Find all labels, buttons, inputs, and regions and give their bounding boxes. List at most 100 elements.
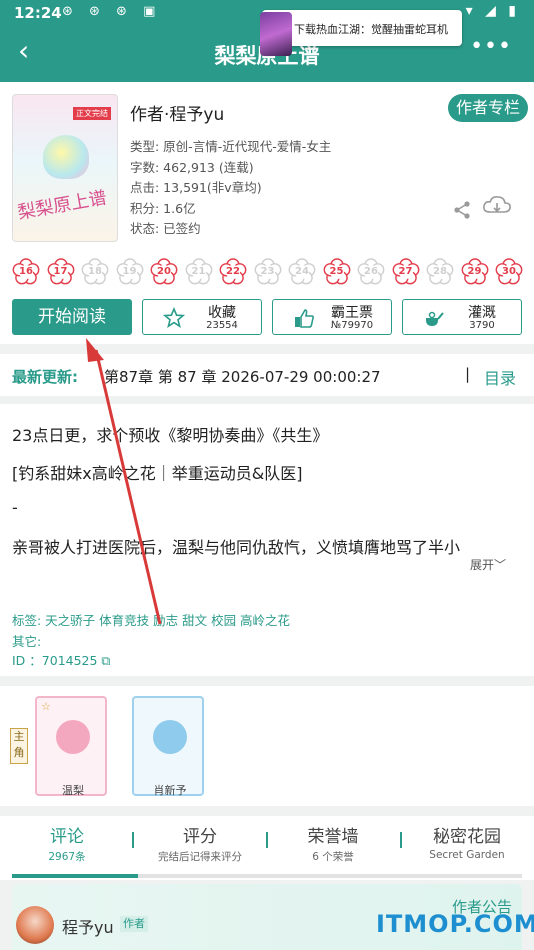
overlord-ticket-count: №79970 bbox=[330, 320, 374, 331]
flower-number: 20 bbox=[157, 266, 171, 277]
crown-icon: ☆ bbox=[41, 700, 51, 713]
tab-sub: 6 个荣誉 bbox=[312, 851, 354, 863]
book-description: 23点日更，求个预收《黎明协奏曲》《共生》 [钓系甜妹x高岭之花｜举重运动员&队… bbox=[0, 404, 534, 676]
flower-number: 19 bbox=[122, 266, 137, 277]
book-cover[interactable]: 正文完结 梨梨原上谱 bbox=[12, 94, 118, 242]
tab-honor-wall[interactable]: 荣誉墙 6 个荣誉 bbox=[266, 822, 400, 864]
water-nutrient-count: 3790 bbox=[469, 320, 495, 331]
book-id[interactable]: ID ：7014525 ⧉ bbox=[12, 650, 110, 669]
description-line: 23点日更，求个预收《黎明协奏曲》《共生》 bbox=[12, 426, 329, 445]
section-tabs: 评论 2967条 评分 完结后记得来评分 荣誉墙 6 个荣誉 秘密花园 Secr… bbox=[0, 816, 534, 880]
ad-character-image bbox=[260, 12, 292, 56]
flower-rating-item: 17 bbox=[47, 258, 75, 286]
avatar[interactable] bbox=[16, 906, 54, 944]
overlord-ticket-button[interactable]: 霸王票 №79970 bbox=[272, 299, 392, 335]
tab-sub: Secret Garden bbox=[429, 849, 505, 861]
protagonist-tag: 主角 bbox=[10, 728, 28, 764]
tab-label: 荣誉墙 bbox=[307, 827, 359, 847]
watering-can-icon bbox=[423, 307, 445, 329]
flower-number: 25 bbox=[329, 266, 344, 277]
flower-rating-item: 20 bbox=[150, 258, 178, 286]
flower-rating-item: 29 bbox=[461, 258, 489, 286]
flower-rating-row: 16 17 18 19 20 21 22 23 24 25 26 27 28 29 30 bbox=[12, 258, 532, 288]
cover-title: 梨梨原上谱 bbox=[16, 187, 109, 224]
ad-text: 下载热血江湖：觉醒抽雷蛇耳机 bbox=[294, 23, 448, 36]
flower-rating-item: 23 bbox=[254, 258, 282, 286]
flower-rating-item: 30 bbox=[495, 258, 523, 286]
character-name: 温梨 bbox=[62, 784, 84, 797]
tab-rating[interactable]: 评分 完结后记得来评分 bbox=[133, 822, 267, 864]
flower-number: 17 bbox=[53, 266, 68, 277]
flower-rating-item: 16 bbox=[12, 258, 40, 286]
favorite-label: 收藏 bbox=[208, 305, 236, 321]
latest-chapter-info[interactable]: 第87章 第 87 章 2026-07-29 00:00:27 bbox=[104, 366, 381, 387]
table-of-contents-link[interactable]: 目录 bbox=[484, 365, 516, 389]
start-reading-button[interactable]: 开始阅读 bbox=[12, 299, 132, 335]
favorite-button[interactable]: 收藏 23554 bbox=[142, 299, 262, 335]
tab-sub: 完结后记得来评分 bbox=[158, 851, 242, 863]
star-icon bbox=[162, 306, 186, 329]
character-avatar bbox=[153, 720, 187, 754]
book-points: 积分: 1.6亿 bbox=[130, 200, 196, 216]
other-label: 其它: bbox=[12, 634, 42, 649]
cover-complete-tag: 正文完结 bbox=[73, 107, 111, 120]
expand-button[interactable]: 展开﹀ bbox=[470, 556, 506, 573]
tab-sub: 2967条 bbox=[48, 851, 86, 863]
tab-label: 评分 bbox=[183, 827, 217, 847]
description-line: [钓系甜妹x高岭之花｜举重运动员&队医] bbox=[12, 464, 303, 483]
tab-comments[interactable]: 评论 2967条 bbox=[0, 822, 134, 864]
flower-rating-item: 26 bbox=[357, 258, 385, 286]
tab-secret-garden[interactable]: 秘密花园 Secret Garden bbox=[400, 822, 534, 861]
latest-update-label: 最新更新: bbox=[12, 368, 78, 386]
flower-number: 16 bbox=[19, 266, 33, 277]
cloud-download-icon[interactable] bbox=[482, 194, 512, 216]
tab-indicator bbox=[12, 874, 138, 878]
system-status-icons: ▾ ◢ ▮ bbox=[465, 3, 520, 19]
watermark: ITMOP.COM bbox=[376, 910, 534, 938]
character-name: 肖新予 bbox=[153, 784, 187, 797]
flower-number: 26 bbox=[364, 266, 378, 277]
thumbs-up-icon bbox=[293, 307, 315, 329]
author-name[interactable]: 作者·程予yu bbox=[130, 100, 224, 125]
commenter-name[interactable]: 程予yu bbox=[62, 914, 114, 938]
notification-icons: ⊛ ⊛ ⊛ ▣ bbox=[62, 4, 162, 19]
status-time: 12:24 bbox=[14, 4, 62, 22]
flower-number: 22 bbox=[226, 266, 240, 277]
description-line: - bbox=[12, 498, 18, 517]
flower-number: 24 bbox=[295, 266, 309, 277]
book-meta: 类型: 原创-言情-近代现代-爱情-女主 字数: 462,913 (连载) 点击… bbox=[130, 137, 331, 240]
water-nutrient-button[interactable]: 灌溉 3790 bbox=[402, 299, 522, 335]
top-bar: 12:24 ⊛ ⊛ ⊛ ▣ ▾ ◢ ▮ ‹ 梨梨原上谱 ••• 下载热血江湖：觉… bbox=[0, 0, 534, 82]
flower-rating-item: 18 bbox=[81, 258, 109, 286]
flower-number: 21 bbox=[191, 266, 206, 277]
book-clicks: 点击: 13,591(非v章均) bbox=[130, 180, 262, 195]
character-section: 主角 ☆ 温梨 肖新予 bbox=[0, 686, 534, 806]
latest-update-bar[interactable]: 最新更新: 第87章 第 87 章 2026-07-29 00:00:27 | … bbox=[0, 354, 534, 396]
flower-rating-item: 28 bbox=[426, 258, 454, 286]
flower-number: 23 bbox=[260, 266, 275, 277]
flower-number: 30 bbox=[502, 266, 516, 277]
tag-list[interactable]: 标签: 天之骄子 体育竞技 励志 甜文 校园 高岭之花 bbox=[12, 610, 290, 629]
author-column-button[interactable]: 作者专栏 bbox=[448, 94, 528, 122]
divider: | bbox=[465, 365, 471, 383]
flower-rating-item: 27 bbox=[392, 258, 420, 286]
flower-number: 27 bbox=[398, 266, 413, 277]
more-menu-icon[interactable]: ••• bbox=[470, 34, 512, 59]
tab-label: 秘密花园 bbox=[433, 827, 501, 847]
flower-rating-item: 24 bbox=[288, 258, 316, 286]
share-icon[interactable] bbox=[452, 200, 472, 225]
book-word-count: 字数: 462,913 (连载) bbox=[130, 159, 254, 175]
ad-banner[interactable]: 下载热血江湖：觉醒抽雷蛇耳机 bbox=[260, 10, 462, 56]
flower-rating-item: 25 bbox=[323, 258, 351, 286]
flower-rating-item: 22 bbox=[219, 258, 247, 286]
book-type: 类型: 原创-言情-近代现代-爱情-女主 bbox=[130, 139, 332, 154]
flower-number: 28 bbox=[433, 266, 447, 277]
character-card[interactable]: 肖新予 bbox=[132, 696, 204, 797]
water-nutrient-label: 灌溉 bbox=[468, 305, 496, 321]
favorite-count: 23554 bbox=[206, 320, 238, 331]
cover-illustration bbox=[43, 135, 89, 179]
character-card[interactable]: ☆ 温梨 bbox=[35, 696, 107, 797]
flower-rating-item: 19 bbox=[116, 258, 144, 286]
character-avatar bbox=[56, 720, 90, 754]
book-info-card: 正文完结 梨梨原上谱 作者·程予yu 作者专栏 类型: 原创-言情-近代现代-爱… bbox=[0, 82, 534, 344]
